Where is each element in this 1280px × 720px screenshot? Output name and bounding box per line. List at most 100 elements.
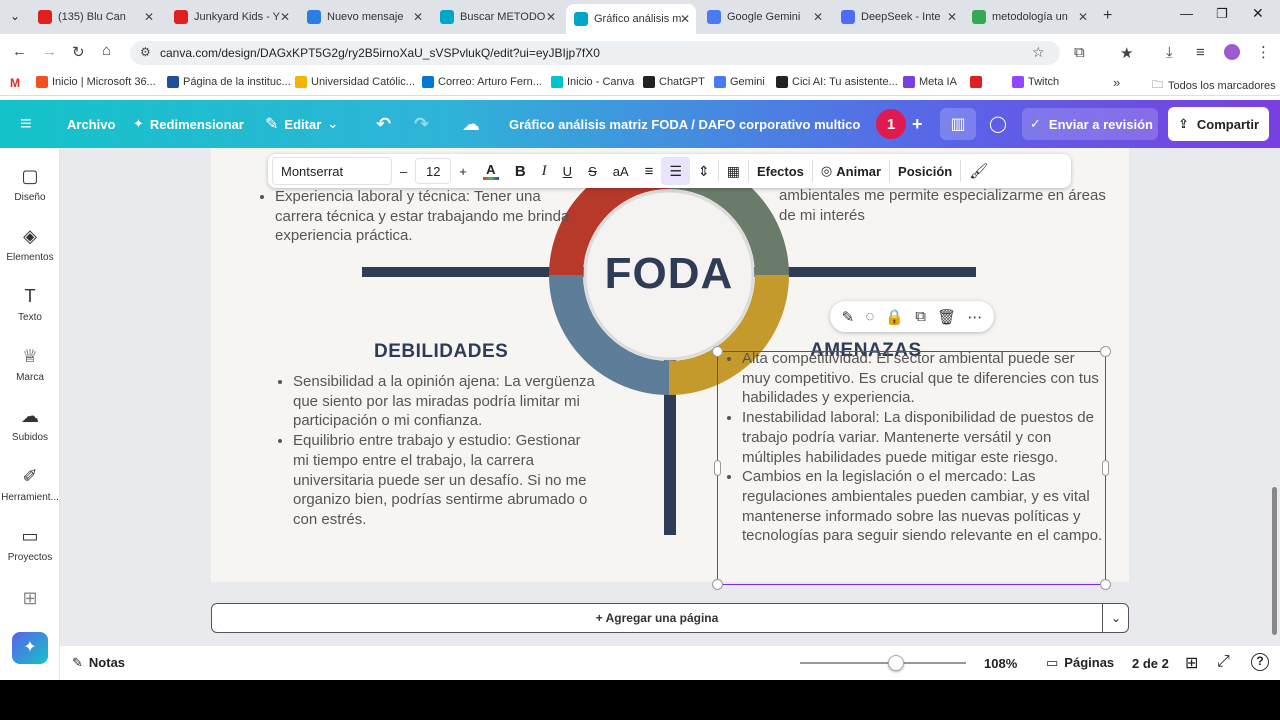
bullet-list-icon[interactable]: ☰ [661,157,690,185]
file-menu[interactable]: Archivo [67,100,115,148]
all-bookmarks-folder[interactable]: 🗀 Todos los marcadores [1152,76,1276,95]
transparency-icon[interactable]: ▦ [719,154,748,188]
weaknesses-title[interactable]: DEBILIDADES [374,341,508,363]
new-tab-button[interactable]: + [1103,7,1112,25]
resize-handle-br[interactable] [1100,579,1111,590]
sidebar-item[interactable]: ☁ Subidos [0,406,60,443]
help-icon[interactable]: ? [1251,653,1269,671]
delete-icon[interactable]: 🗑 [937,308,956,326]
comment-icon[interactable]: ◯ [982,108,1014,140]
browser-tab[interactable]: Junkyard Kids - Y ✕ [166,4,296,30]
browser-tab[interactable]: Google Gemini ✕ [699,4,829,30]
tab-close-icon[interactable]: ✕ [813,10,823,24]
reload-icon[interactable]: ↻ [72,43,85,61]
menu-hamburger-icon[interactable]: ≡ [20,100,32,148]
site-info-icon[interactable]: ⚙ [140,45,151,59]
resize-handle-tr[interactable] [1100,346,1111,357]
weaknesses-list[interactable]: Sensibilidad a la opinión ajena: La verg… [275,372,595,530]
bookmark-item[interactable]: Inicio | Microsoft 36... [36,76,156,88]
forward-arrow-icon[interactable]: → [42,43,57,60]
resize-handle-tl[interactable] [712,346,723,357]
redo-button[interactable]: ↷ [414,100,429,148]
gmail-icon[interactable]: M [10,76,20,90]
duplicate-icon[interactable]: ⧉ [915,308,926,325]
font-size-increase-button[interactable]: + [451,154,475,188]
bookmark-item[interactable]: Inicio - Canva [551,76,634,88]
tab-search-chevron-icon[interactable]: ⌄ [10,9,20,23]
add-comment-icon[interactable]: ◌ [865,308,874,325]
add-collaborator-button[interactable]: + [912,100,923,148]
fullscreen-icon[interactable]: ⤢ [1217,653,1230,671]
sidebar-item[interactable]: ▢ Diseño [0,166,60,203]
bookmark-star-icon[interactable]: ☆ [1032,44,1045,61]
bold-icon[interactable]: B [507,154,534,188]
home-icon[interactable]: ⌂ [102,42,111,59]
downloads-icon[interactable]: ⤓ [1166,44,1173,61]
align-left-icon[interactable]: ≡ [637,154,662,188]
close-window-button[interactable]: ✕ [1252,5,1264,22]
strengths-list[interactable]: Experiencia laboral y técnica: Tener una… [257,187,587,246]
sidebar-item[interactable]: ◈ Elementos [0,226,60,263]
pages-button[interactable]: ▭ Páginas [1046,655,1114,671]
browser-tab[interactable]: Gráfico análisis m ✕ [566,4,696,34]
bookmark-item[interactable]: ChatGPT [643,76,705,88]
tab-close-icon[interactable]: ✕ [680,12,690,26]
browser-tab[interactable]: Buscar METODO ✕ [432,4,562,30]
bookmark-item[interactable]: Twitch [1012,76,1059,88]
resize-handle-bl[interactable] [712,579,723,590]
notes-button[interactable]: ✎ Notas [72,655,125,671]
sidebar-item[interactable]: ♕ Marca [0,346,60,383]
sidebar-item[interactable]: ✐ Herramient... [0,466,60,503]
magic-edit-icon[interactable]: ✎ [842,308,855,326]
extensions-icon[interactable]: ⧉ [1074,44,1085,61]
position-button[interactable]: Posición [890,154,960,188]
browser-tab[interactable]: Nuevo mensaje ✕ [299,4,429,30]
bookmark-item[interactable]: Universidad Católic... [295,76,415,88]
browser-menu-icon[interactable]: ⋮ [1256,43,1271,61]
tab-close-icon[interactable]: ✕ [947,10,957,24]
tab-close-icon[interactable]: ✕ [144,10,154,24]
collaborator-avatar[interactable]: 1 [876,109,906,139]
edit-menu[interactable]: ✎ Editar ⌄ [265,100,338,148]
resize-handle-right[interactable] [1102,460,1109,476]
add-page-chevron-icon[interactable]: ⌄ [1102,604,1129,632]
canvas-scrollbar[interactable] [1272,487,1277,635]
font-family-select[interactable]: Montserrat [272,157,392,185]
opportunities-text-tail[interactable]: ambientales me permite especializarme en… [779,186,1115,225]
tab-close-icon[interactable]: ✕ [413,10,423,24]
share-button[interactable]: ⇪ Compartir [1168,107,1270,141]
letter-case-icon[interactable]: aA [605,154,637,188]
italic-icon[interactable]: I [534,154,555,188]
add-page-button[interactable]: + Agregar una página [212,604,1102,632]
tab-close-icon[interactable]: ✕ [546,10,556,24]
minimize-window-button[interactable]: — [1180,6,1193,21]
effects-button[interactable]: Efectos [749,154,812,188]
bookmark-item[interactable]: Gemini [714,76,765,88]
tab-close-icon[interactable]: ✕ [1078,10,1088,24]
bookmark-item[interactable]: Cici AI: Tu asistente... [776,76,898,88]
restore-window-button[interactable]: ❐ [1216,6,1228,22]
bookmark-item[interactable] [970,76,986,88]
spacing-icon[interactable]: ⇕ [690,154,718,188]
font-size-decrease-button[interactable]: – [392,154,415,188]
underline-icon[interactable]: U [555,154,580,188]
browser-tab[interactable]: DeepSeek - Inte ✕ [833,4,963,30]
profile-avatar[interactable] [1224,44,1240,60]
browser-tab[interactable]: (135) Blu Can ✕ [30,4,160,30]
document-title[interactable]: Gráfico análisis matriz FODA / DAFO corp… [509,100,861,148]
zoom-slider[interactable] [800,655,966,671]
sidebar-item[interactable]: T Texto [0,286,60,323]
font-size-input[interactable]: 12 [415,158,452,184]
more-options-icon[interactable]: ⋯ [967,308,982,326]
browser-tab[interactable]: metodología un ✕ [964,4,1094,30]
apps-grid-icon[interactable]: ⊞ [0,588,60,614]
animate-button[interactable]: ◎ Animar [813,154,889,188]
sidebar-item[interactable]: ▭ Proyectos [0,526,60,563]
insights-chart-icon[interactable]: ▥ [940,108,976,140]
zoom-level[interactable]: 108% [984,656,1017,671]
lock-icon[interactable]: 🔒 [885,308,904,326]
more-bookmarks-icon[interactable]: » [1113,75,1120,90]
back-arrow-icon[interactable]: ← [12,43,27,60]
undo-button[interactable]: ↶ [376,100,391,148]
foda-title[interactable]: FODA [599,249,739,299]
